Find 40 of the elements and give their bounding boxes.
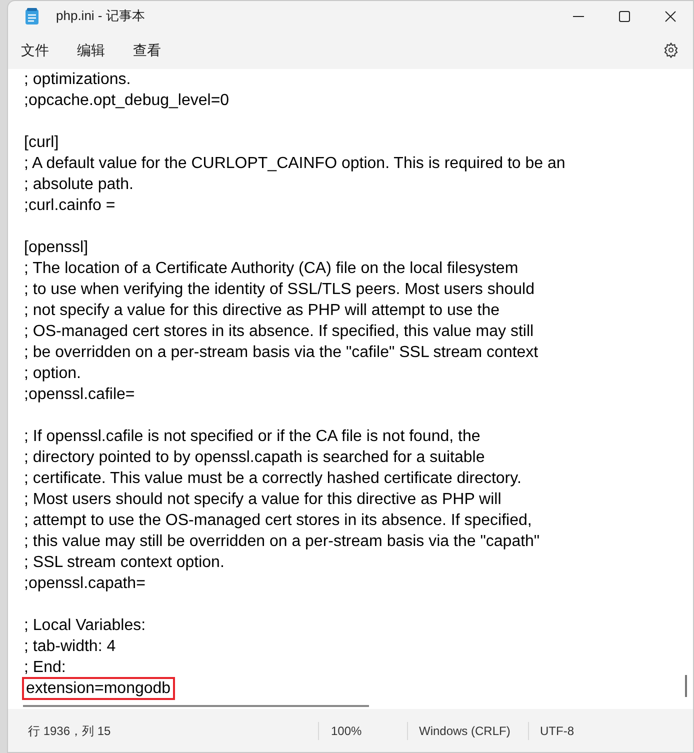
text-line: ; directory pointed to by openssl.capath is searched for a suitable	[23, 448, 485, 467]
menu-item[interactable]: 文件	[13, 40, 57, 60]
maximize-icon	[618, 10, 630, 22]
text-line: ; If openssl.cafile is not specified or if the CA file is not found, the	[23, 427, 480, 446]
text-line: ; OS-managed cert stores in its absence. If specified, this value may still	[23, 322, 534, 341]
text-line: ; to use when verifying the identity of SSL/TLS peers. Most users should	[23, 280, 534, 299]
notepad-icon	[25, 8, 39, 24]
text-line: [curl]	[23, 133, 59, 152]
encoding: UTF-8	[539, 722, 574, 740]
text-area[interactable]	[8, 69, 693, 709]
text-line: ;opcache.opt_debug_level=0	[23, 91, 230, 110]
text-line: ;curl.cainfo =	[23, 196, 116, 215]
text-line: ;openssl.capath=	[23, 574, 146, 593]
line-ending: Windows (CRLF)	[418, 722, 512, 740]
horizontal-scrollbar[interactable]	[23, 705, 369, 707]
text-line: ; optimizations.	[23, 70, 131, 89]
menu-item[interactable]: 查看	[125, 40, 169, 60]
text-line: ; The location of a Certificate Authority (CA) file on the local filesystem	[23, 259, 518, 278]
text-line: ; be overridden on a per-stream basis via the "cafile" SSL stream context	[23, 343, 538, 362]
vertical-scrollbar[interactable]	[685, 675, 687, 697]
text-line: ; End:	[23, 658, 66, 677]
text-line: ; tab-width: 4	[23, 637, 116, 656]
text-line: ; Most users should not specify a value for this directive as PHP will	[23, 490, 502, 509]
text-line: ; attempt to use the OS-managed cert stores in its absence. If specified,	[23, 511, 532, 530]
text-line: ; A default value for the CURLOPT_CAINFO option. This is required to be an	[23, 154, 566, 173]
text-line: ; absolute path.	[23, 175, 134, 194]
text-line: ; not specify a value for this directive as PHP will attempt to use the	[23, 301, 500, 320]
text-line: ; certificate. This value must be a correctly hashed certificate directory.	[23, 469, 522, 488]
text-line: ; option.	[23, 364, 81, 383]
text-line: ; this value may still be overridden on a per-stream basis via the "capath"	[23, 532, 540, 551]
text-line: ; SSL stream context option.	[23, 553, 224, 572]
menu-item[interactable]: 编辑	[69, 40, 113, 60]
window-title: php.ini - 记事本	[56, 7, 145, 26]
zoom-level: 100%	[330, 722, 363, 740]
text-line: ;openssl.cafile=	[23, 385, 135, 404]
text-line: [openssl]	[23, 238, 88, 257]
cursor-position: 行 1936，列 15	[28, 722, 112, 740]
settings-icon[interactable]	[663, 42, 679, 58]
close-icon	[664, 10, 676, 22]
text-line: ; Local Variables:	[23, 616, 146, 635]
